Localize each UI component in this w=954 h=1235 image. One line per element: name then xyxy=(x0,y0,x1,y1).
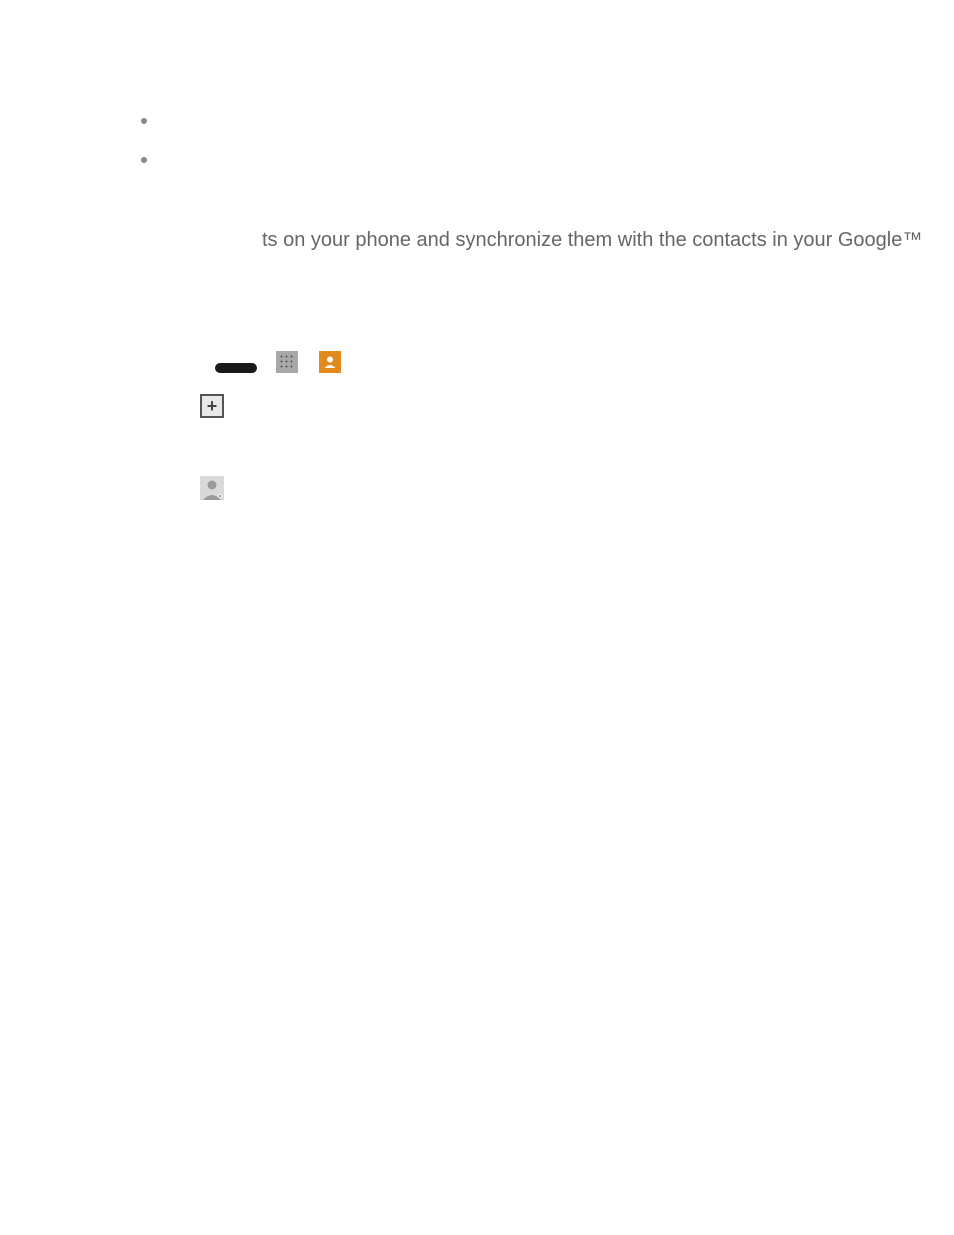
add-contact-icon: + xyxy=(200,394,224,418)
body-text: ts on your phone and synchronize them wi… xyxy=(262,229,922,252)
app-grid-icon xyxy=(276,351,298,373)
dash-indicator xyxy=(215,363,257,373)
contacts-app-icon xyxy=(319,351,341,373)
bullet-icon xyxy=(141,118,147,124)
bullet-icon xyxy=(141,157,147,163)
contact-silhouette-icon xyxy=(200,476,224,500)
